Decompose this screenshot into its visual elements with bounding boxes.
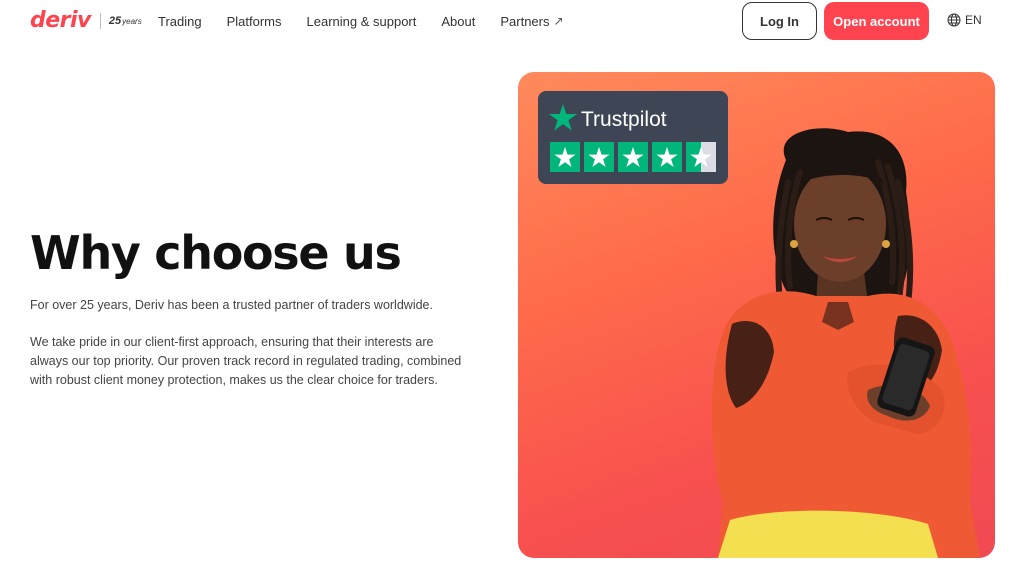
trustpilot-name: Trustpilot bbox=[581, 108, 667, 131]
logo-divider bbox=[99, 13, 101, 29]
language-code: EN bbox=[965, 13, 982, 27]
login-button[interactable]: Log In bbox=[742, 2, 817, 40]
nav-item-label: Platforms bbox=[226, 14, 282, 29]
trustpilot-star-icon bbox=[549, 104, 577, 136]
page-title: Why choose us bbox=[30, 226, 402, 280]
deriv-logo[interactable]: deriv 25 years bbox=[30, 8, 142, 34]
open-account-button[interactable]: Open account bbox=[824, 2, 929, 40]
rating-star-icon bbox=[618, 142, 648, 172]
intro-paragraph: For over 25 years, Deriv has been a trus… bbox=[30, 298, 433, 312]
trustpilot-badge: Trustpilot bbox=[538, 91, 728, 184]
trustpilot-rating bbox=[550, 142, 720, 172]
nav-item-learning-support[interactable]: Learning & support bbox=[307, 13, 417, 30]
nav-item-label: Partners bbox=[500, 14, 550, 29]
rating-star-icon bbox=[584, 142, 614, 172]
arrow-up-right-icon: ↗ bbox=[553, 14, 564, 28]
globe-icon bbox=[947, 13, 961, 27]
logo-wordmark: deriv bbox=[30, 8, 91, 33]
hero-image: Trustpilot bbox=[518, 72, 995, 558]
nav-item-label: Learning & support bbox=[306, 14, 417, 29]
rating-half-star-icon bbox=[686, 142, 716, 172]
nav-item-label: Trading bbox=[158, 14, 202, 29]
anniversary-number: 25 bbox=[108, 14, 122, 27]
nav-item-trading[interactable]: Trading bbox=[158, 13, 202, 30]
site-header: deriv 25 years Trading Platforms Learnin… bbox=[0, 0, 1024, 42]
language-selector[interactable]: EN bbox=[947, 13, 982, 27]
body-paragraph: We take pride in our client-first approa… bbox=[30, 335, 462, 387]
rating-star-icon bbox=[550, 142, 580, 172]
trustpilot-header: Trustpilot bbox=[549, 104, 667, 136]
rating-star-icon bbox=[652, 142, 682, 172]
nav-item-partners[interactable]: Partners ↗ bbox=[500, 13, 563, 30]
nav-item-platforms[interactable]: Platforms bbox=[227, 13, 282, 30]
nav-item-label: About bbox=[441, 14, 476, 29]
anniversary-text: years bbox=[122, 16, 142, 26]
anniversary-badge: 25 years bbox=[109, 13, 142, 30]
main-nav: Trading Platforms Learning & support Abo… bbox=[158, 13, 589, 30]
nav-item-about[interactable]: About bbox=[441, 13, 475, 30]
